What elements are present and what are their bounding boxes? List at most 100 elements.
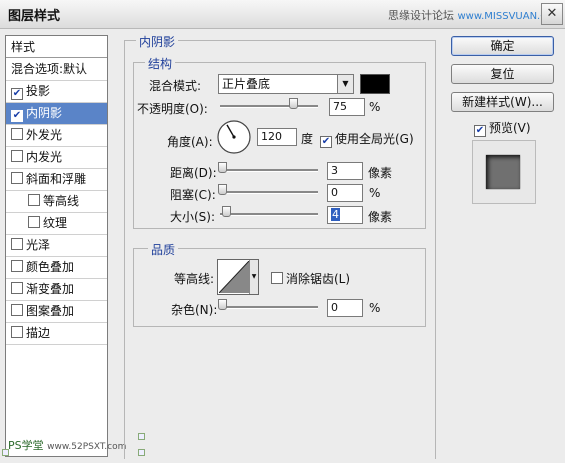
size-input[interactable]: 4	[327, 206, 363, 224]
choke-slider-thumb[interactable]	[218, 184, 227, 195]
structure-title: 结构	[145, 55, 176, 72]
checkbox-icon[interactable]	[11, 326, 23, 338]
global-light-label: 使用全局光(G)	[335, 132, 414, 146]
chevron-down-icon: ▼	[337, 75, 353, 93]
watermark-text: 思缘设计论坛	[388, 9, 454, 22]
style-item[interactable]: 内发光	[6, 147, 107, 169]
ok-button[interactable]: 确定	[451, 36, 554, 56]
style-item-label: 渐变叠加	[26, 282, 75, 296]
checkbox-icon[interactable]: ✔	[11, 110, 23, 122]
preview-checkbox[interactable]: ✔ 预览(V)	[474, 119, 531, 137]
checkbox-icon[interactable]	[11, 304, 23, 316]
footer-watermark-url: www.52PSXT.com	[47, 442, 127, 452]
checkbox-icon[interactable]	[11, 172, 23, 184]
contour-label: 等高线:	[174, 272, 215, 286]
style-item[interactable]: 等高线	[6, 191, 107, 213]
noise-input[interactable]: 0	[327, 299, 363, 317]
size-slider-track[interactable]	[220, 213, 318, 216]
distance-slider-thumb[interactable]	[218, 162, 227, 173]
noise-label: 杂色(N):	[171, 303, 218, 317]
antialias-label: 消除锯齿(L)	[286, 272, 351, 286]
panel-title: 内阴影	[136, 33, 179, 50]
opacity-input[interactable]: 75	[329, 98, 365, 116]
distance-input[interactable]: 3	[327, 162, 363, 180]
style-item-label: 外发光	[26, 128, 63, 142]
checkbox-icon[interactable]	[11, 260, 23, 272]
style-item[interactable]: 图案叠加	[6, 301, 107, 323]
checkbox-icon[interactable]	[11, 238, 23, 250]
blend-mode-label: 混合模式:	[149, 79, 202, 93]
checkbox-icon[interactable]: ✔	[11, 88, 23, 100]
reset-button[interactable]: 复位	[451, 64, 554, 84]
blend-mode-value: 正片叠底	[222, 77, 271, 91]
resize-handle-icon	[2, 449, 9, 456]
style-item[interactable]: 混合选项:默认	[6, 59, 107, 81]
new-style-button[interactable]: 新建样式(W)...	[451, 92, 554, 112]
footer-watermark-text: PS学堂	[8, 439, 44, 452]
style-item-label: 纹理	[43, 216, 68, 230]
distance-slider-track[interactable]	[220, 169, 318, 172]
style-item-label: 图案叠加	[26, 304, 75, 318]
styles-list: 样式 混合选项:默认 ✔ 投影 ✔ 内阴影 外发光 内发光 斜面和浮雕 等高线 纹理 光泽 颜色叠加渐…	[5, 35, 108, 457]
style-item[interactable]: 描边	[6, 323, 107, 345]
style-item-label: 混合选项:默认	[11, 62, 88, 76]
distance-unit: 像素	[368, 166, 393, 180]
checkbox-icon[interactable]	[11, 128, 23, 140]
style-item-label: 光泽	[26, 238, 51, 252]
close-icon: ✕	[546, 6, 558, 21]
opacity-label: 不透明度(O):	[137, 102, 208, 116]
style-item[interactable]: 纹理	[6, 213, 107, 235]
size-value: 4	[331, 208, 340, 221]
noise-slider-track[interactable]	[220, 306, 318, 309]
distance-label: 距离(D):	[170, 166, 217, 180]
checkbox-icon[interactable]	[28, 216, 40, 228]
footer-watermark: PS学堂 www.52PSXT.com	[8, 437, 126, 453]
choke-slider-track[interactable]	[220, 191, 318, 194]
contour-picker[interactable]: ▼	[217, 259, 259, 295]
choke-input[interactable]: 0	[327, 184, 363, 202]
close-button[interactable]: ✕	[541, 3, 563, 25]
style-item[interactable]: ✔ 内阴影	[6, 103, 107, 125]
style-item-label: 斜面和浮雕	[26, 172, 87, 186]
noise-unit: %	[369, 301, 381, 315]
window-title: 图层样式	[8, 9, 61, 24]
style-item[interactable]: 斜面和浮雕	[6, 169, 107, 191]
style-item[interactable]: 外发光	[6, 125, 107, 147]
size-label: 大小(S):	[170, 210, 216, 224]
choke-unit: %	[369, 186, 381, 200]
checkbox-icon[interactable]	[11, 150, 23, 162]
styles-header: 样式	[6, 36, 107, 58]
style-item[interactable]: 颜色叠加	[6, 257, 107, 279]
opacity-unit: %	[369, 100, 381, 114]
style-item[interactable]: 渐变叠加	[6, 279, 107, 301]
size-unit: 像素	[368, 210, 393, 224]
angle-dial[interactable]	[216, 119, 252, 155]
preview-check-icon: ✔	[474, 125, 486, 137]
style-item-label: 投影	[26, 84, 51, 98]
angle-label: 角度(A):	[167, 135, 213, 149]
global-light-checkbox[interactable]: ✔ 使用全局光(G)	[320, 130, 414, 148]
style-item[interactable]: ✔ 投影	[6, 81, 107, 103]
antialias-check-icon	[271, 272, 283, 284]
style-item-label: 描边	[26, 326, 51, 340]
style-item[interactable]: 光泽	[6, 235, 107, 257]
blend-mode-select[interactable]: 正片叠底 ▼	[218, 74, 354, 94]
preview-label: 预览(V)	[489, 121, 531, 135]
contour-curve-icon	[219, 261, 249, 293]
watermark: 思缘设计论坛 www.MISSVUAN.COM	[388, 7, 564, 23]
preview-swatch	[486, 155, 520, 189]
opacity-slider-thumb[interactable]	[289, 98, 298, 109]
opacity-slider-track[interactable]	[220, 105, 318, 108]
antialias-checkbox[interactable]: 消除锯齿(L)	[271, 270, 350, 287]
choke-label: 阻塞(C):	[170, 188, 216, 202]
noise-slider-thumb[interactable]	[218, 299, 227, 310]
checkbox-icon[interactable]	[11, 282, 23, 294]
style-item-label: 内阴影	[26, 106, 63, 120]
size-slider-thumb[interactable]	[222, 206, 231, 217]
checkbox-icon[interactable]	[28, 194, 40, 206]
quality-title: 品质	[148, 241, 179, 258]
style-item-label: 颜色叠加	[26, 260, 75, 274]
blend-color-swatch[interactable]	[360, 74, 390, 94]
angle-input[interactable]: 120	[257, 128, 297, 146]
angle-unit: 度	[301, 132, 314, 146]
